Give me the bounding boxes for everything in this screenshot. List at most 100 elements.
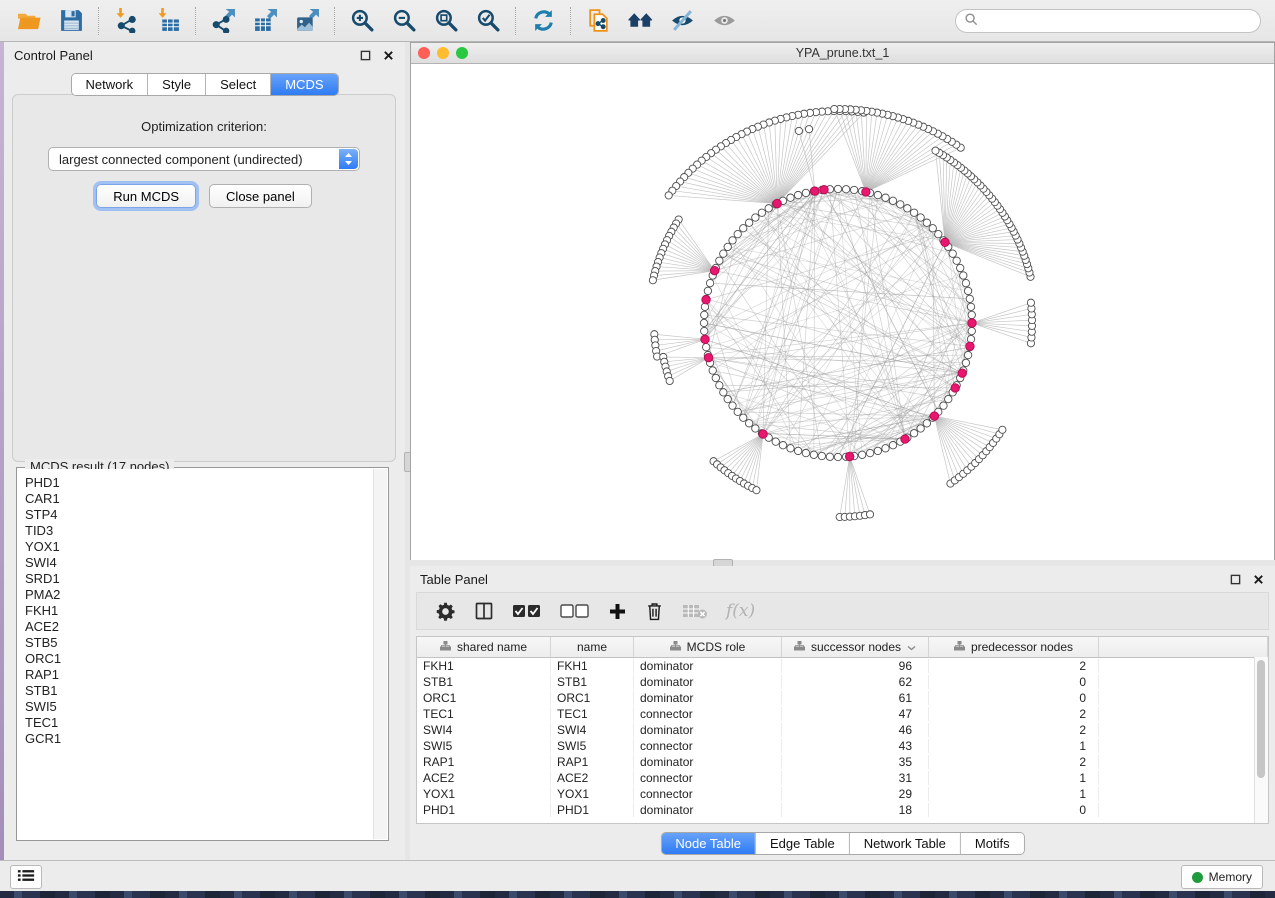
cell-MCDS-role[interactable]: dominator [634,723,782,737]
import-network-icon[interactable] [112,7,140,35]
export-network-icon[interactable] [209,7,237,35]
window-close-traffic-light[interactable] [418,47,430,59]
export-table-icon[interactable] [251,7,279,35]
cell-successor-nodes[interactable]: 62 [782,675,929,689]
export-image-icon[interactable] [293,7,321,35]
cell-shared-name[interactable]: SWI5 [417,739,551,753]
select-all-rows-icon[interactable] [512,603,542,619]
cell-successor-nodes[interactable]: 31 [782,771,929,785]
table-row[interactable]: SWI5SWI5connector431 [417,738,1268,754]
cell-MCDS-role[interactable]: dominator [634,675,782,689]
zoom-fit-icon[interactable] [432,7,460,35]
first-neighbors-icon[interactable] [626,7,654,35]
show-graphics-details-icon[interactable] [710,7,738,35]
cell-successor-nodes[interactable]: 18 [782,803,929,817]
table-row[interactable]: SWI4SWI4dominator462 [417,722,1268,738]
cell-name[interactable]: ACE2 [551,771,634,785]
task-history-button[interactable] [10,865,42,889]
cell-successor-nodes[interactable]: 47 [782,707,929,721]
cell-successor-nodes[interactable]: 96 [782,659,929,673]
search-box[interactable] [955,9,1261,33]
cell-name[interactable]: FKH1 [551,659,634,673]
network-canvas[interactable] [411,64,1274,560]
table-row[interactable]: FKH1FKH1dominator962 [417,658,1268,674]
mcds-list-scrollbar[interactable] [373,469,387,839]
cell-shared-name[interactable]: ACE2 [417,771,551,785]
cell-MCDS-role[interactable]: dominator [634,691,782,705]
clone-network-icon[interactable] [584,7,612,35]
cell-predecessor-nodes[interactable]: 2 [929,707,1099,721]
memory-button[interactable]: Memory [1181,865,1263,889]
scrollbar-thumb[interactable] [1257,660,1265,778]
cell-successor-nodes[interactable]: 43 [782,739,929,753]
mcds-node-item[interactable]: SRD1 [25,571,373,587]
column-header-predecessor-nodes[interactable]: predecessor nodes [929,637,1099,657]
table-row[interactable]: ORC1ORC1dominator610 [417,690,1268,706]
cell-predecessor-nodes[interactable]: 1 [929,787,1099,801]
tab-motifs[interactable]: Motifs [960,833,1024,854]
cell-MCDS-role[interactable]: connector [634,771,782,785]
import-table-icon[interactable] [154,7,182,35]
zoom-selected-icon[interactable] [474,7,502,35]
mcds-node-item[interactable]: STB5 [25,635,373,651]
cell-successor-nodes[interactable]: 35 [782,755,929,769]
close-panel-icon[interactable] [1251,572,1265,586]
table-row[interactable]: RAP1RAP1dominator352 [417,754,1268,770]
window-maximize-traffic-light[interactable] [456,47,468,59]
cell-name[interactable]: SWI4 [551,723,634,737]
delete-columns-icon[interactable] [645,601,664,622]
float-panel-icon[interactable] [358,48,372,62]
column-header-MCDS-role[interactable]: MCDS role [634,637,782,657]
mcds-node-item[interactable]: PHD1 [25,475,373,491]
cell-predecessor-nodes[interactable]: 2 [929,659,1099,673]
column-header-shared-name[interactable]: shared name [417,637,551,657]
cell-shared-name[interactable]: YOX1 [417,787,551,801]
cell-name[interactable]: YOX1 [551,787,634,801]
cell-predecessor-nodes[interactable]: 1 [929,771,1099,785]
cell-MCDS-role[interactable]: dominator [634,659,782,673]
tab-network-table[interactable]: Network Table [849,833,960,854]
deselect-all-rows-icon[interactable] [560,603,590,619]
table-scrollbar[interactable] [1254,657,1268,823]
float-panel-icon[interactable] [1228,572,1242,586]
cell-predecessor-nodes[interactable]: 0 [929,691,1099,705]
mcds-node-item[interactable]: TID3 [25,523,373,539]
mcds-result-list[interactable]: PHD1CAR1STP4TID3YOX1SWI4SRD1PMA2FKH1ACE2… [18,469,373,839]
cell-MCDS-role[interactable]: dominator [634,803,782,817]
hide-graphics-details-icon[interactable] [668,7,696,35]
open-session-icon[interactable] [15,7,43,35]
cell-successor-nodes[interactable]: 61 [782,691,929,705]
mcds-node-item[interactable]: SWI4 [25,555,373,571]
mcds-node-item[interactable]: GCR1 [25,731,373,747]
tab-edge-table[interactable]: Edge Table [755,833,849,854]
cell-successor-nodes[interactable]: 46 [782,723,929,737]
mcds-node-item[interactable]: FKH1 [25,603,373,619]
run-mcds-button[interactable]: Run MCDS [96,184,196,208]
network-graph[interactable] [411,64,1272,560]
network-window-titlebar[interactable]: YPA_prune.txt_1 [411,43,1274,64]
close-panel-icon[interactable] [381,48,395,62]
cell-shared-name[interactable]: ORC1 [417,691,551,705]
cell-name[interactable]: STB1 [551,675,634,689]
mcds-node-item[interactable]: YOX1 [25,539,373,555]
cell-predecessor-nodes[interactable]: 2 [929,723,1099,737]
cell-MCDS-role[interactable]: connector [634,787,782,801]
cell-name[interactable]: TEC1 [551,707,634,721]
window-minimize-traffic-light[interactable] [437,47,449,59]
save-session-icon[interactable] [57,7,85,35]
column-header-successor-nodes[interactable]: successor nodes [782,637,929,657]
mcds-node-item[interactable]: TEC1 [25,715,373,731]
mcds-node-item[interactable]: RAP1 [25,667,373,683]
create-column-icon[interactable] [608,602,627,621]
cell-name[interactable]: RAP1 [551,755,634,769]
tab-network[interactable]: Network [71,74,147,95]
close-panel-button[interactable]: Close panel [209,184,312,208]
cell-name[interactable]: SWI5 [551,739,634,753]
cell-shared-name[interactable]: PHD1 [417,803,551,817]
cell-shared-name[interactable]: STB1 [417,675,551,689]
show-hide-columns-icon[interactable] [474,601,494,621]
mcds-node-item[interactable]: CAR1 [25,491,373,507]
tab-node-table[interactable]: Node Table [661,833,755,854]
cell-shared-name[interactable]: SWI4 [417,723,551,737]
table-row[interactable]: PHD1PHD1dominator180 [417,802,1268,818]
